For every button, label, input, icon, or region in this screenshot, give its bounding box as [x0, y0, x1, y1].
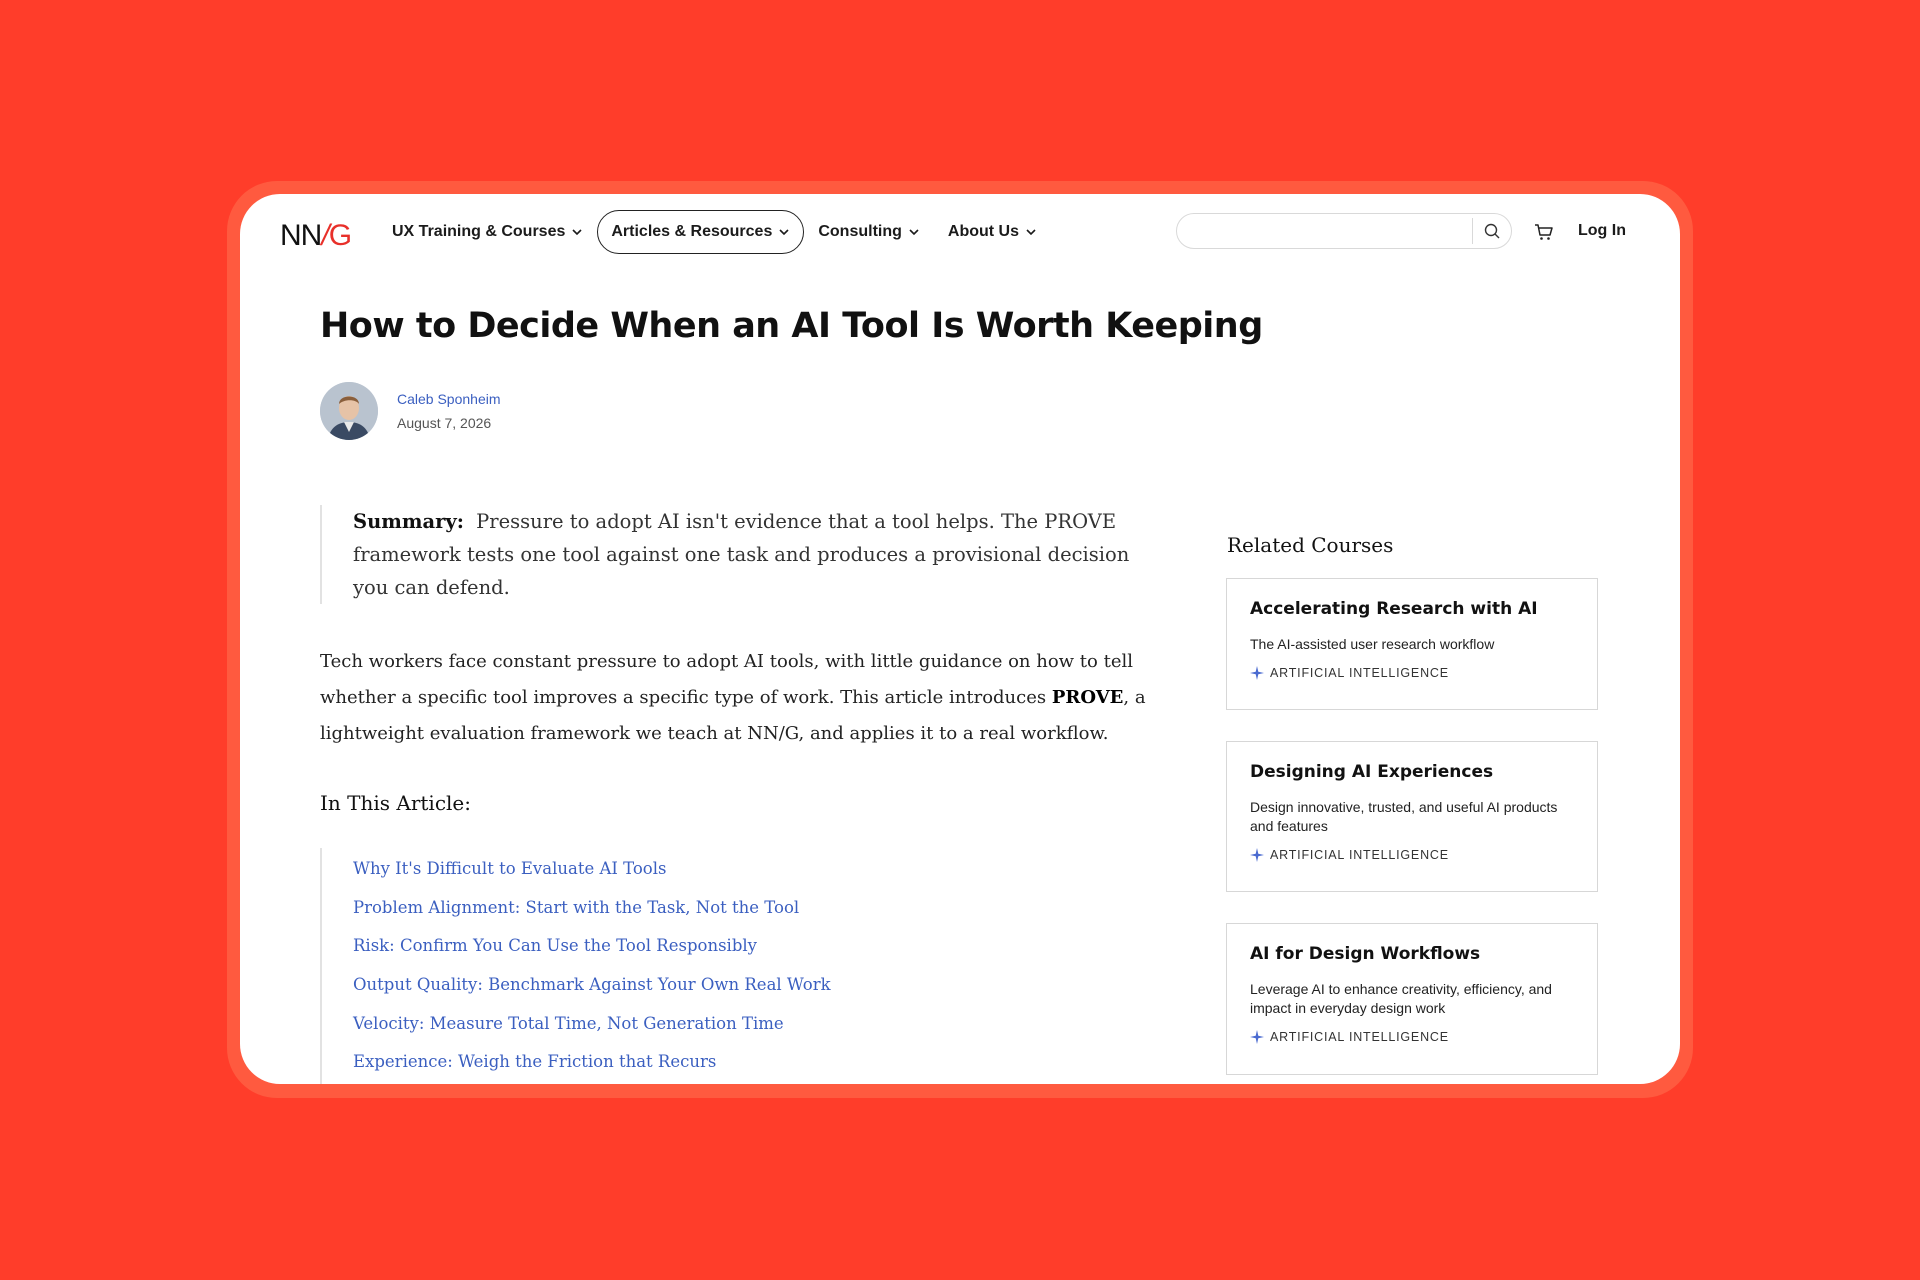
- course-tag: ARTIFICIAL INTELLIGENCE: [1250, 848, 1574, 862]
- course-tag: ARTIFICIAL INTELLIGENCE: [1250, 666, 1574, 680]
- logo-nn: NN: [280, 219, 322, 252]
- sparkle-icon: [1250, 1030, 1264, 1044]
- toc-link[interactable]: Velocity: Measure Total Time, Not Genera…: [353, 1011, 1020, 1050]
- related-courses-heading: Related Courses: [1227, 533, 1394, 557]
- toc-link[interactable]: Problem Alignment: Start with the Task, …: [353, 895, 1020, 934]
- nng-logo[interactable]: NN / G: [280, 218, 352, 254]
- article-title: How to Decide When an AI Tool Is Worth K…: [320, 306, 1263, 346]
- course-tag-label: ARTIFICIAL INTELLIGENCE: [1270, 666, 1449, 680]
- sparkle-icon: [1250, 848, 1264, 862]
- login-link[interactable]: Log In: [1578, 222, 1626, 240]
- intro-prove: PROVE: [1051, 687, 1124, 708]
- author-avatar[interactable]: [320, 382, 378, 440]
- table-of-contents: Why It's Difficult to Evaluate AI Tools …: [320, 848, 1020, 1084]
- sparkle-icon: [1250, 666, 1264, 680]
- article-intro: Tech workers face constant pressure to a…: [320, 644, 1170, 752]
- summary-label: Summary:: [353, 510, 464, 533]
- chevron-down-icon: [1026, 229, 1036, 236]
- nav-label: UX Training & Courses: [392, 223, 566, 240]
- nav-ux-training[interactable]: UX Training & Courses: [378, 210, 597, 254]
- publish-date: August 7, 2026: [397, 415, 492, 431]
- course-description: Leverage AI to enhance creativity, effic…: [1250, 981, 1552, 1016]
- logo-slash: /: [321, 219, 329, 252]
- course-card[interactable]: Designing AI Experiences Design innovati…: [1226, 741, 1598, 892]
- article-summary: Summary: Pressure to adopt AI isn't evid…: [320, 505, 1140, 604]
- chevron-down-icon: [572, 229, 582, 236]
- course-title: Designing AI Experiences: [1250, 762, 1494, 782]
- logo-g: G: [328, 219, 352, 252]
- course-description: Design innovative, trusted, and useful A…: [1250, 799, 1558, 834]
- course-card[interactable]: Accelerating Research with AI The AI-ass…: [1226, 578, 1598, 710]
- summary-text: Pressure to adopt AI isn't evidence that…: [353, 510, 1130, 599]
- toc-link[interactable]: Experience: Weigh the Friction that Recu…: [353, 1049, 1020, 1084]
- course-description: The AI-assisted user research workflow: [1250, 636, 1495, 652]
- main-nav: UX Training & Courses Articles & Resourc…: [378, 210, 1051, 254]
- course-title: AI for Design Workflows: [1250, 944, 1481, 964]
- course-tag-label: ARTIFICIAL INTELLIGENCE: [1270, 848, 1449, 862]
- toc-heading: In This Article:: [320, 791, 471, 815]
- chevron-down-icon: [779, 229, 789, 236]
- search-input[interactable]: [1176, 213, 1512, 249]
- course-title: Accelerating Research with AI: [1250, 599, 1538, 619]
- browser-window: NN / G UX Training & Courses Articles & Re…: [240, 194, 1680, 1084]
- course-card[interactable]: AI for Design Workflows Leverage AI to e…: [1226, 923, 1598, 1075]
- author-name-link[interactable]: Caleb Sponheim: [397, 391, 501, 407]
- avatar-image: [320, 382, 378, 440]
- toc-link[interactable]: Why It's Difficult to Evaluate AI Tools: [353, 856, 1020, 895]
- nav-label: Articles & Resources: [611, 223, 773, 240]
- chevron-down-icon: [909, 229, 919, 236]
- nav-label: Consulting: [818, 223, 902, 240]
- toc-link[interactable]: Risk: Confirm You Can Use the Tool Respo…: [353, 933, 1020, 972]
- search-icon[interactable]: [1483, 222, 1501, 240]
- intro-text-start: Tech workers face constant pressure to a…: [320, 651, 1133, 708]
- nav-consulting[interactable]: Consulting: [804, 210, 934, 254]
- cart-icon[interactable]: [1534, 222, 1554, 242]
- nav-articles-resources[interactable]: Articles & Resources: [597, 210, 805, 254]
- nav-about-us[interactable]: About Us: [934, 210, 1051, 254]
- nav-label: About Us: [947, 223, 1019, 240]
- course-tag-label: ARTIFICIAL INTELLIGENCE: [1270, 1030, 1449, 1044]
- course-tag: ARTIFICIAL INTELLIGENCE: [1250, 1030, 1574, 1044]
- toc-link[interactable]: Output Quality: Benchmark Against Your O…: [353, 972, 1020, 1011]
- search-divider: [1472, 218, 1473, 244]
